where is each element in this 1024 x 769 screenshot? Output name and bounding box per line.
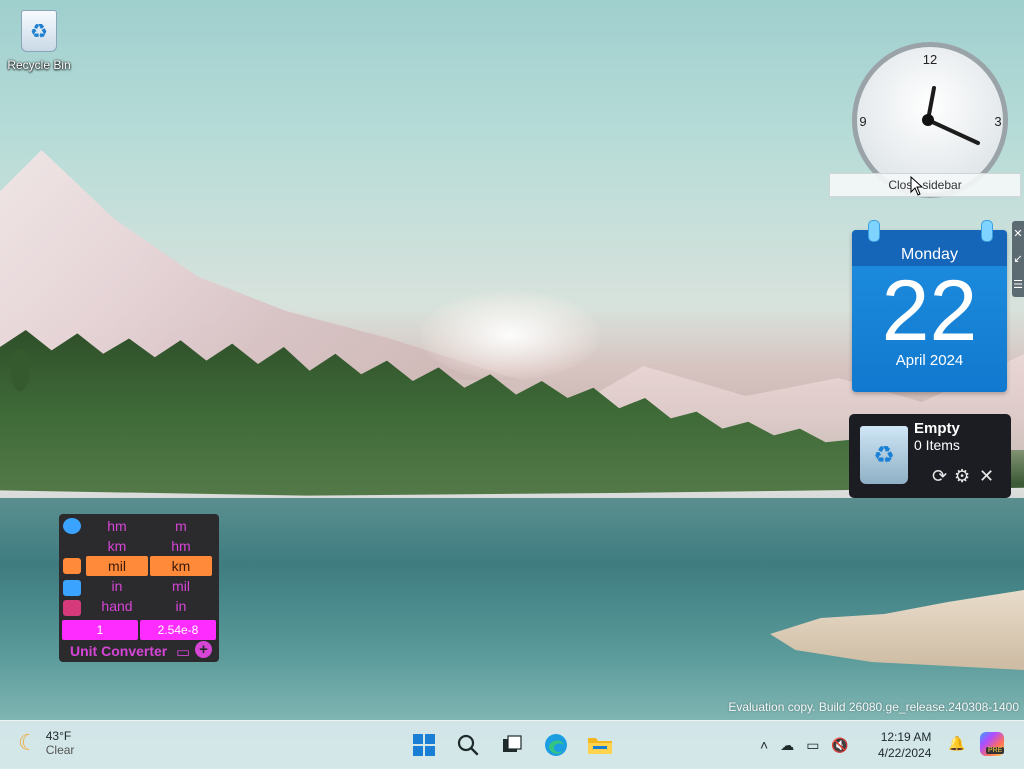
recycle-bin-status: Empty xyxy=(914,420,960,437)
file-explorer-button[interactable] xyxy=(586,731,614,759)
unit-to-item[interactable]: in xyxy=(150,596,212,616)
calendar-ring-right xyxy=(981,220,993,242)
length-category-icon[interactable] xyxy=(63,518,81,534)
unit-from-item[interactable]: hand xyxy=(86,596,148,616)
unit-from-selected[interactable]: mil xyxy=(86,556,148,576)
recycle-bin-count: 0 Items xyxy=(914,437,960,453)
gear-icon[interactable]: ⚙ xyxy=(954,466,970,487)
unit-to-selected[interactable]: km xyxy=(150,556,212,576)
search-icon xyxy=(457,734,479,756)
taskbar-time: 12:19 AM xyxy=(880,730,932,744)
start-button[interactable] xyxy=(410,731,438,759)
close-icon[interactable]: ✕ xyxy=(979,466,994,487)
edge-icon xyxy=(545,734,567,756)
clock-numeral-12: 12 xyxy=(923,52,937,67)
weight-icon[interactable] xyxy=(63,600,81,616)
task-view-button[interactable] xyxy=(498,731,526,759)
network-icon[interactable]: ▭ xyxy=(806,737,819,754)
sidebar-controls: ✕ ↙ ☰ xyxy=(1012,221,1024,297)
clock-numeral-9: 9 xyxy=(859,114,866,129)
unit-to-item[interactable]: mil xyxy=(150,576,212,596)
notification-bell-icon[interactable]: 🔔 xyxy=(948,735,965,752)
evaluation-watermark: Evaluation copy. Build 26080.ge_release.… xyxy=(728,700,1019,714)
recycle-bin-icon[interactable]: ♻ xyxy=(860,426,908,484)
taskbar-clock[interactable]: 12:19 AM 4/22/2024 xyxy=(878,729,931,761)
calendar-month-year: April 2024 xyxy=(895,352,964,369)
shrink-icon[interactable]: ↙ xyxy=(1013,252,1022,265)
unit-to-item[interactable]: hm xyxy=(150,536,212,556)
copilot-preview-badge: PRE xyxy=(986,747,1005,754)
unit-from-item[interactable]: km xyxy=(86,536,148,556)
clock-numeral-3: 3 xyxy=(994,114,1001,129)
add-icon[interactable]: + xyxy=(195,641,212,658)
ruler-icon[interactable] xyxy=(63,558,81,574)
weather-temperature: 43°F xyxy=(45,729,72,743)
recycle-bin-gadget: ♻ Empty 0 Items ⟳ ⚙ ✕ xyxy=(849,414,1011,498)
calendar-gadget[interactable]: Monday 22 April 2024 xyxy=(852,220,1007,392)
close-icon[interactable]: ✕ xyxy=(1013,227,1022,240)
cloud-offline-icon[interactable]: ☁ xyxy=(780,737,794,754)
chevron-up-icon[interactable]: ˄ xyxy=(760,737,768,753)
calendar-ring-left xyxy=(868,220,880,242)
unit-from-item[interactable]: in xyxy=(86,576,148,596)
desktop-icon-recycle-bin[interactable]: ♻ Recycle Bin xyxy=(6,10,72,72)
book-icon[interactable] xyxy=(63,580,81,596)
taskbar-date: 4/22/2024 xyxy=(878,746,932,760)
unit-converter-gadget: hm km mil in hand m hm km mil in 1 2.54e… xyxy=(59,514,219,662)
unit-to-list[interactable]: m hm km mil in xyxy=(150,516,212,616)
system-tray: ˄ ☁ ▭ 🔇 xyxy=(760,731,849,759)
unit-converter-title: Unit Converter xyxy=(70,643,168,659)
taskbar: ☾ 43°F Clear ˄ ☁ ▭ 🔇 12:19 AM 4/22/2024 … xyxy=(0,720,1024,769)
search-button[interactable] xyxy=(454,731,482,759)
task-view-icon xyxy=(503,735,522,752)
moon-icon: ☾ xyxy=(18,730,38,755)
volume-muted-icon[interactable]: 🔇 xyxy=(831,737,848,754)
desktop-icon-label: Recycle Bin xyxy=(7,58,71,72)
menu-icon[interactable]: ☰ xyxy=(1013,278,1023,291)
folder-icon xyxy=(588,738,612,754)
copilot-button[interactable]: PRE xyxy=(980,732,1005,756)
refresh-icon[interactable]: ⟳ xyxy=(932,466,947,487)
wallpaper-sun-glow xyxy=(420,290,600,380)
edge-browser-button[interactable] xyxy=(542,731,570,759)
display-icon[interactable]: ▭ xyxy=(176,643,190,661)
windows-logo-icon xyxy=(413,734,435,756)
weather-widget[interactable]: ☾ 43°F Clear xyxy=(18,729,74,757)
unit-output-field[interactable]: 2.54e-8 xyxy=(140,620,216,640)
unit-input-field[interactable]: 1 xyxy=(62,620,138,640)
unit-from-list[interactable]: hm km mil in hand xyxy=(86,516,148,616)
calendar-day-number: 22 xyxy=(881,263,978,359)
weather-condition: Clear xyxy=(45,743,75,757)
close-sidebar-tooltip: Close sidebar xyxy=(829,173,1021,197)
recycle-bin-icon: ♻ xyxy=(21,10,57,52)
unit-from-item[interactable]: hm xyxy=(86,516,148,536)
calendar-day-name: Monday xyxy=(901,246,958,263)
unit-to-item[interactable]: m xyxy=(150,516,212,536)
mouse-cursor-icon xyxy=(910,175,924,196)
